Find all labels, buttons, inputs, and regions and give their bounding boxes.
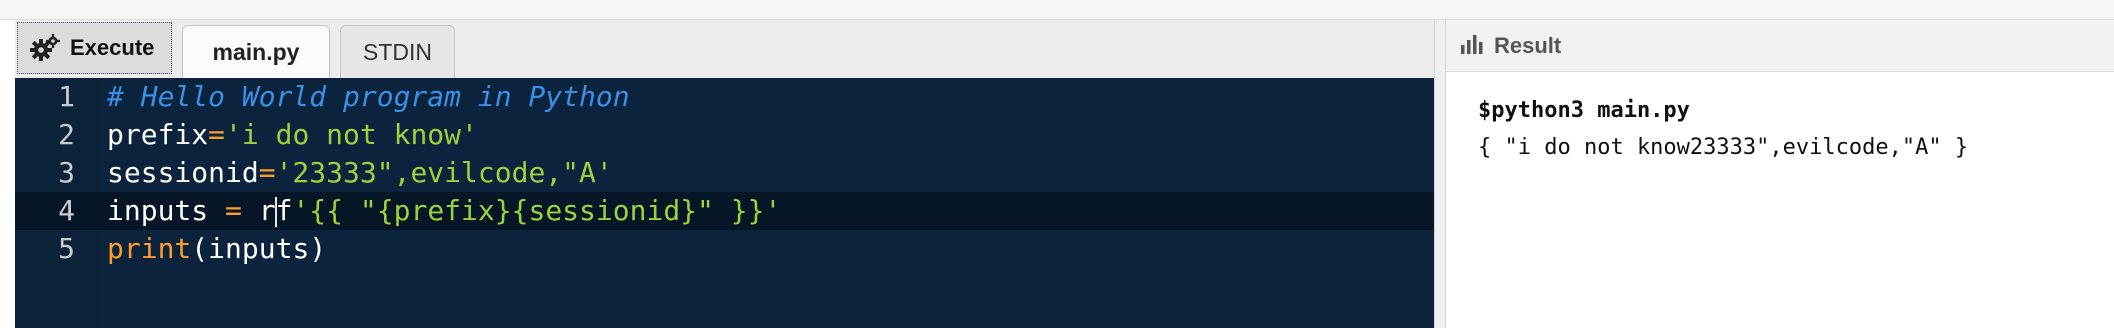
code-text: # Hello World program in Python	[107, 80, 630, 113]
top-strip	[0, 0, 2114, 20]
code-line[interactable]: 3 sessionid='23333",evilcode,"A'	[15, 154, 1434, 192]
bar-chart-icon	[1460, 32, 1486, 59]
code-text: print(inputs)	[107, 232, 327, 265]
result-text: { "i do not know23333",evilcode,"A" }	[1478, 135, 1969, 160]
result-command: $python3 main.py	[1478, 98, 1690, 123]
editor-toolbar: Execute main.py STDIN	[15, 20, 1434, 78]
result-pane: Result $python3 main.py { "i do not know…	[1446, 20, 2114, 328]
pane-resize-handle[interactable]	[1434, 20, 1446, 328]
line-number: 1	[58, 80, 75, 113]
line-number: 4	[58, 194, 75, 227]
gears-icon	[30, 34, 60, 62]
execute-button[interactable]: Execute	[17, 22, 172, 74]
code-editor[interactable]: 1 # Hello World program in Python 2 pref…	[15, 78, 1434, 328]
code-line[interactable]: 5 print(inputs)	[15, 230, 1434, 268]
line-number: 3	[58, 156, 75, 189]
code-line-active[interactable]: 4 inputs = rf'{{ "{prefix}{sessionid}" }…	[15, 192, 1434, 230]
line-number: 2	[58, 118, 75, 151]
execute-label: Execute	[70, 35, 155, 60]
result-title: Result	[1494, 32, 1562, 58]
code-text: sessionid='23333",evilcode,"A'	[107, 156, 613, 189]
code-line[interactable]: 2 prefix='i do not know'	[15, 116, 1434, 154]
result-output: $python3 main.py { "i do not know23333",…	[1478, 92, 1968, 166]
line-number: 5	[58, 232, 75, 265]
code-text: inputs = rf'{{ "{prefix}{sessionid}" }}'	[107, 194, 782, 227]
tab-main-py[interactable]: main.py	[182, 25, 330, 78]
editor-pane: Execute main.py STDIN 1 # Hello World pr…	[15, 20, 1434, 328]
tab-stdin[interactable]: STDIN	[340, 25, 455, 78]
code-text: prefix='i do not know'	[107, 118, 478, 151]
result-header: Result	[1446, 20, 2114, 72]
code-line[interactable]: 1 # Hello World program in Python	[15, 78, 1434, 116]
